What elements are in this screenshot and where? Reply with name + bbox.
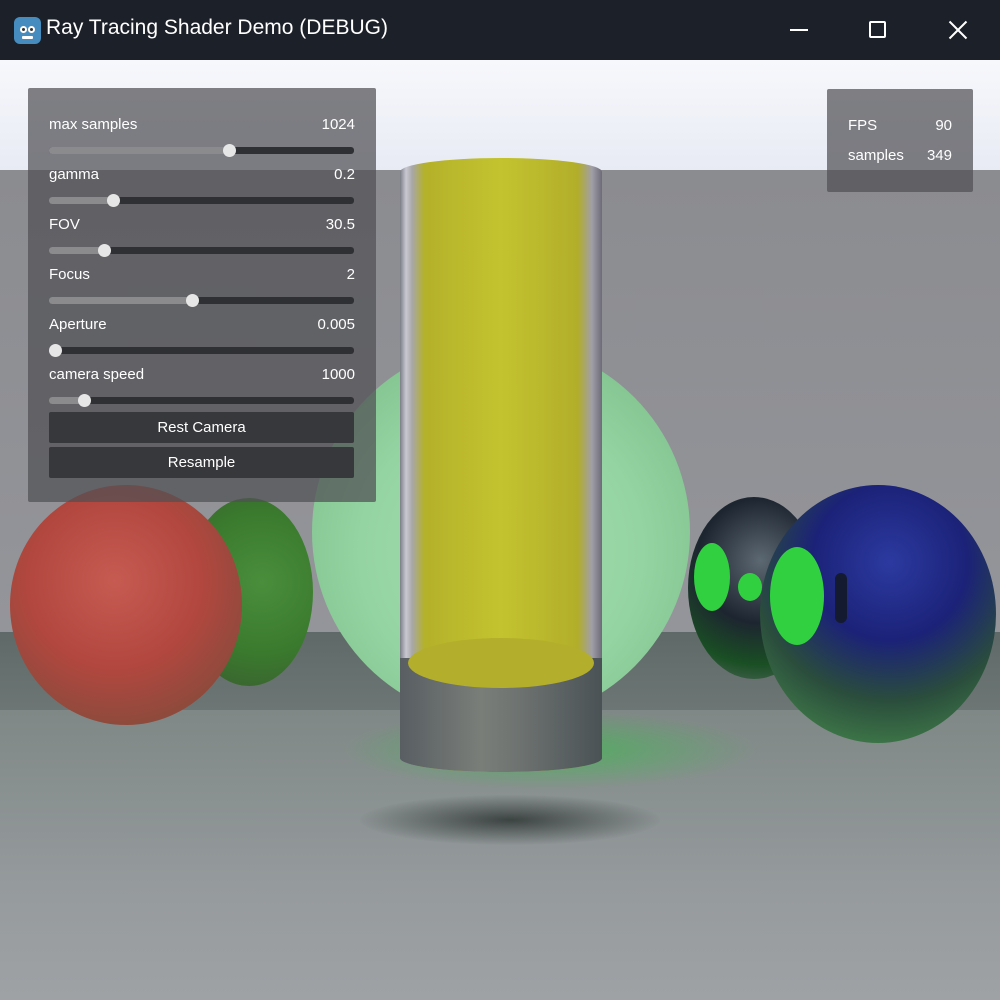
slider-label: Focus [49, 266, 90, 283]
maximize-button[interactable] [838, 0, 918, 60]
samples-value: 349 [926, 147, 952, 164]
slider-label: camera speed [49, 366, 145, 383]
close-button[interactable] [918, 0, 998, 60]
minimize-icon [790, 29, 808, 31]
title-bar[interactable]: Ray Tracing Shader Demo (DEBUG) [0, 0, 1000, 60]
window-title: Ray Tracing Shader Demo (DEBUG) [46, 16, 388, 39]
slider-knob[interactable] [97, 244, 111, 257]
maximize-icon [869, 21, 886, 38]
fov-slider[interactable] [49, 244, 354, 257]
glass-sphere-front [760, 485, 996, 743]
red-sphere [10, 485, 242, 725]
slider-knob[interactable] [186, 294, 200, 307]
slider-value: 30.5 [325, 216, 355, 233]
settings-panel: max samples 1024 gamma 0.2 FOV 30.5 Focu… [28, 88, 376, 502]
resample-button[interactable]: Resample [49, 447, 354, 478]
slider-value: 0.2 [334, 166, 355, 183]
godot-icon [14, 17, 41, 44]
samples-label: samples [848, 147, 904, 164]
camera-speed-slider[interactable] [49, 394, 354, 407]
fps-label: FPS [848, 117, 878, 134]
focus-slider[interactable] [49, 294, 354, 307]
slider-value: 1024 [321, 116, 355, 133]
gamma-slider[interactable] [49, 194, 354, 207]
slider-value: 2 [346, 266, 355, 283]
slider-value: 0.005 [317, 316, 355, 333]
minimize-button[interactable] [760, 0, 840, 60]
slider-label: Aperture [49, 316, 107, 333]
stats-panel: FPS 90 samples 349 [827, 89, 973, 192]
app-window: Ray Tracing Shader Demo (DEBUG) max samp… [0, 0, 1000, 1000]
aperture-slider[interactable] [49, 344, 354, 357]
slider-knob[interactable] [107, 194, 121, 207]
close-icon [947, 19, 969, 41]
fps-value: 90 [935, 117, 952, 134]
cylinder-shadow [360, 795, 660, 845]
max-samples-slider[interactable] [49, 144, 354, 157]
slider-value: 1000 [321, 366, 355, 383]
slider-knob[interactable] [49, 344, 63, 357]
slider-label: max samples [49, 116, 138, 133]
slider-knob[interactable] [78, 394, 92, 407]
slider-knob[interactable] [222, 144, 236, 157]
reset-camera-button[interactable]: Rest Camera [49, 412, 354, 443]
glass-cylinder [400, 158, 602, 772]
slider-label: gamma [49, 166, 100, 183]
slider-label: FOV [49, 216, 80, 233]
